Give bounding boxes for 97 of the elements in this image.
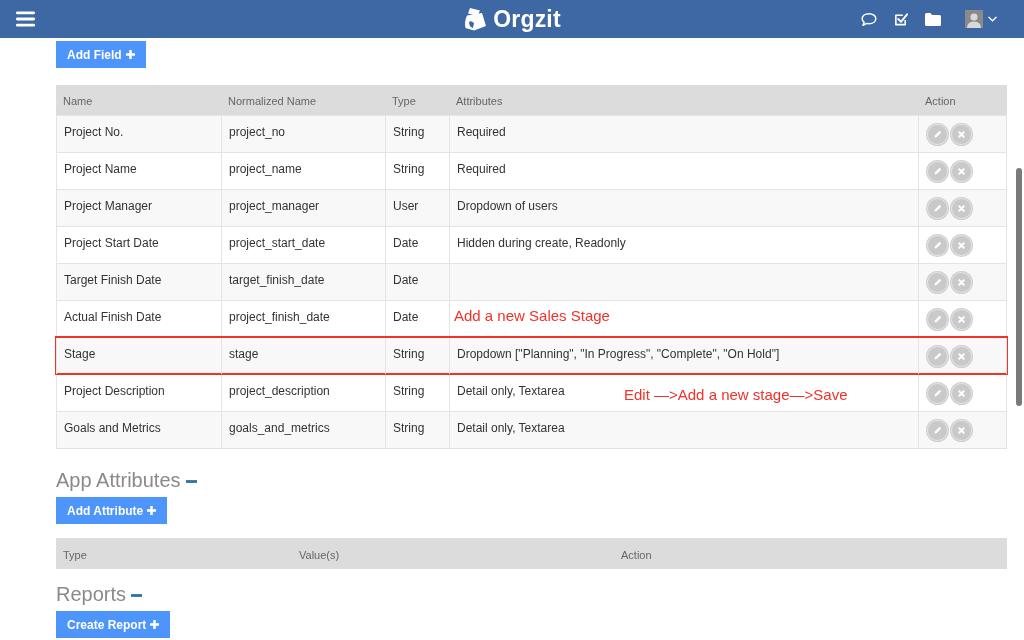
section-title: App Attributes <box>56 468 181 492</box>
edit-button[interactable] <box>927 197 948 219</box>
edit-button[interactable] <box>927 382 948 404</box>
chat-bubble-icon[interactable] <box>861 11 877 27</box>
field-name: Goals and Metrics <box>64 421 161 435</box>
column-header: Type <box>392 95 416 107</box>
normalized-name: target_finish_date <box>229 273 325 287</box>
field-attributes: Dropdown ["Planning", "In Progress", "Complete", "On Hold"] <box>457 347 780 361</box>
plus-icon <box>147 506 157 515</box>
caret-icon[interactable] <box>988 16 997 22</box>
normalized-name: goals_and_metrics <box>229 421 330 435</box>
field-name: Project No. <box>64 125 124 139</box>
close-icon <box>957 277 966 287</box>
pencil-icon <box>932 277 943 287</box>
folder-icon[interactable] <box>925 11 941 27</box>
pencil-icon <box>932 425 943 435</box>
column-header: Type <box>63 548 87 561</box>
column-header: Value(s) <box>299 548 340 561</box>
section-title: Reports <box>56 582 127 606</box>
delete-button[interactable] <box>951 308 972 330</box>
normalized-name: project_description <box>229 384 330 398</box>
close-icon <box>957 203 966 213</box>
edit-button[interactable] <box>927 345 948 367</box>
column-header: Attributes <box>456 95 503 107</box>
field-name: Actual Finish Date <box>64 310 162 324</box>
close-icon <box>957 129 966 139</box>
checked-box-icon[interactable] <box>893 11 909 27</box>
field-name: Project Description <box>64 384 165 398</box>
field-attributes: Dropdown of users <box>457 199 558 213</box>
normalized-name: project_start_date <box>229 236 326 250</box>
field-type: Date <box>393 310 419 324</box>
close-icon <box>957 351 966 361</box>
edit-button[interactable] <box>927 419 948 441</box>
delete-button[interactable] <box>951 382 972 404</box>
pencil-icon <box>932 203 943 213</box>
add-attribute-button[interactable]: Add Attribute <box>56 497 168 524</box>
delete-button[interactable] <box>951 123 972 145</box>
field-attributes: Required <box>457 125 506 139</box>
field-type: String <box>393 125 425 139</box>
field-type: String <box>393 421 425 435</box>
close-icon <box>957 388 966 398</box>
annotation-note: Edit —>Add a new stage—>Save <box>624 386 848 403</box>
field-name: Stage <box>64 347 96 361</box>
field-type: String <box>393 162 425 176</box>
plus-icon <box>125 50 135 59</box>
normalized-name: project_no <box>229 125 286 139</box>
column-header: Action <box>925 95 956 107</box>
pencil-icon <box>932 240 943 250</box>
edit-button[interactable] <box>927 308 948 330</box>
edit-button[interactable] <box>927 234 948 256</box>
edit-button[interactable] <box>927 123 948 145</box>
field-type: String <box>393 347 425 361</box>
add-field-button[interactable]: Add Field <box>56 41 146 68</box>
close-icon <box>957 314 966 324</box>
close-icon <box>957 425 966 435</box>
normalized-name: project_manager <box>229 199 320 213</box>
column-header: Name <box>63 95 93 107</box>
delete-button[interactable] <box>951 271 972 293</box>
scrollbar-thumb[interactable] <box>1016 168 1022 406</box>
normalized-name: stage <box>229 347 259 361</box>
annotation-note: Add a new Sales Stage <box>454 307 610 324</box>
avatar-placeholder[interactable] <box>965 10 983 28</box>
delete-button[interactable] <box>951 234 972 256</box>
field-attributes: Required <box>457 162 506 176</box>
pencil-icon <box>932 129 943 139</box>
edit-button[interactable] <box>927 160 948 182</box>
delete-button[interactable] <box>951 419 972 441</box>
delete-button[interactable] <box>951 197 972 219</box>
field-attributes: Detail only, Textarea <box>457 421 565 435</box>
field-name: Project Manager <box>64 199 153 213</box>
edit-button[interactable] <box>927 271 948 293</box>
close-icon <box>957 166 966 176</box>
pencil-icon <box>932 166 943 176</box>
pencil-icon <box>932 388 943 398</box>
normalized-name: project_finish_date <box>229 310 330 324</box>
column-header: Action <box>621 548 652 561</box>
plus-icon <box>150 620 160 629</box>
field-attributes: Hidden during create, Readonly <box>457 236 626 250</box>
field-name: Project Start Date <box>64 236 159 250</box>
delete-button[interactable] <box>951 160 972 182</box>
pencil-icon <box>932 351 943 361</box>
logo-text[interactable]: Orgzit <box>493 5 561 33</box>
column-header: Normalized Name <box>228 95 317 107</box>
menu-icon[interactable] <box>16 11 35 27</box>
field-name: Project Name <box>64 162 137 176</box>
field-type: Date <box>393 236 419 250</box>
field-name: Target Finish Date <box>64 273 162 287</box>
create-report-button[interactable]: Create Report <box>56 611 171 638</box>
field-type: Date <box>393 273 419 287</box>
pencil-icon <box>932 314 943 324</box>
field-attributes: Detail only, Textarea <box>457 384 565 398</box>
field-type: String <box>393 384 425 398</box>
delete-button[interactable] <box>951 345 972 367</box>
field-type: User <box>393 199 419 213</box>
logo-icon <box>463 7 488 31</box>
close-icon <box>957 240 966 250</box>
normalized-name: project_name <box>229 162 302 176</box>
